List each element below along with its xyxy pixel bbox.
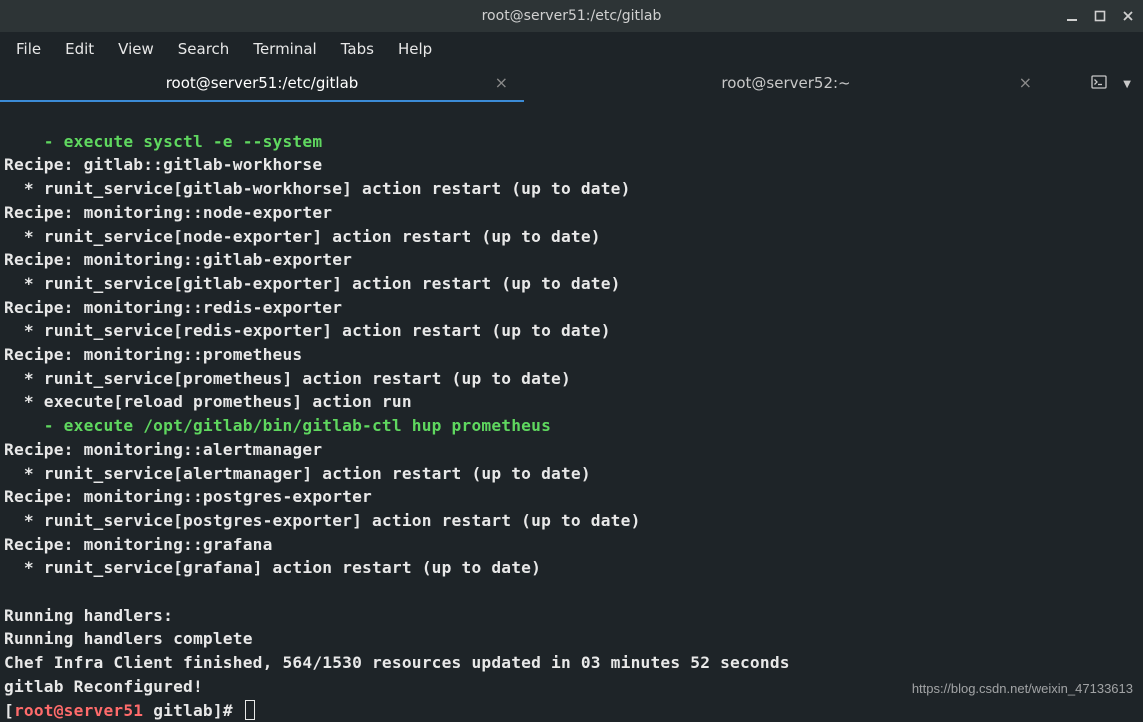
terminal-output[interactable]: - execute sysctl -e --system Recipe: git…: [0, 102, 1143, 722]
tab-server51[interactable]: root@server51:/etc/gitlab ×: [0, 66, 524, 102]
menubar: File Edit View Search Terminal Tabs Help: [0, 32, 1143, 66]
term-line: Recipe: gitlab::gitlab-workhorse: [4, 155, 322, 174]
window-title: root@server51:/etc/gitlab: [482, 8, 662, 24]
menu-help[interactable]: Help: [388, 36, 442, 62]
term-line: * runit_service[prometheus] action resta…: [4, 369, 571, 388]
tabbar: root@server51:/etc/gitlab × root@server5…: [0, 66, 1143, 102]
term-line: Running handlers:: [4, 606, 173, 625]
term-line: * runit_service[node-exporter] action re…: [4, 227, 601, 246]
menu-file[interactable]: File: [6, 36, 51, 62]
menu-search[interactable]: Search: [168, 36, 240, 62]
term-line: * runit_service[gitlab-workhorse] action…: [4, 179, 631, 198]
menu-view[interactable]: View: [108, 36, 164, 62]
term-line: - execute /opt/gitlab/bin/gitlab-ctl hup…: [4, 416, 551, 435]
tab-label: root@server51:/etc/gitlab: [166, 74, 359, 92]
term-line: Recipe: monitoring::gitlab-exporter: [4, 250, 352, 269]
close-button[interactable]: [1121, 9, 1135, 23]
prompt-dir: gitlab: [153, 701, 213, 720]
prompt-bracket: [: [4, 701, 14, 720]
term-line: - execute sysctl -e --system: [4, 132, 322, 151]
menu-tabs[interactable]: Tabs: [331, 36, 384, 62]
term-line: Chef Infra Client finished, 564/1530 res…: [4, 653, 790, 672]
term-line: Recipe: monitoring::prometheus: [4, 345, 302, 364]
terminal-icon[interactable]: [1091, 74, 1107, 94]
minimize-button[interactable]: [1065, 9, 1079, 23]
term-line: Running handlers complete: [4, 629, 253, 648]
prompt-space: [143, 701, 153, 720]
term-line: * runit_service[redis-exporter] action r…: [4, 321, 611, 340]
term-line: * runit_service[alertmanager] action res…: [4, 464, 591, 483]
term-line: Recipe: monitoring::grafana: [4, 535, 273, 554]
term-line: Recipe: monitoring::postgres-exporter: [4, 487, 372, 506]
prompt-close: ]#: [213, 701, 243, 720]
tab-close-icon[interactable]: ×: [495, 75, 508, 91]
tab-label: root@server52:~: [721, 74, 850, 92]
term-line: gitlab Reconfigured!: [4, 677, 203, 696]
term-line: * runit_service[grafana] action restart …: [4, 558, 541, 577]
tab-extras: ▼: [1048, 66, 1143, 102]
maximize-button[interactable]: [1093, 9, 1107, 23]
prompt-user: root@server51: [14, 701, 143, 720]
window-controls: [1065, 0, 1135, 32]
term-line: Recipe: monitoring::redis-exporter: [4, 298, 342, 317]
term-line: * runit_service[postgres-exporter] actio…: [4, 511, 641, 530]
tab-dropdown-icon[interactable]: ▼: [1123, 79, 1131, 90]
term-line: Recipe: monitoring::node-exporter: [4, 203, 332, 222]
term-line: Recipe: monitoring::alertmanager: [4, 440, 322, 459]
tab-close-icon[interactable]: ×: [1019, 75, 1032, 91]
titlebar: root@server51:/etc/gitlab: [0, 0, 1143, 32]
menu-terminal[interactable]: Terminal: [243, 36, 326, 62]
cursor: [245, 700, 255, 720]
tab-server52[interactable]: root@server52:~ ×: [524, 66, 1048, 102]
term-line: * execute[reload prometheus] action run: [4, 392, 412, 411]
menu-edit[interactable]: Edit: [55, 36, 104, 62]
term-line: * runit_service[gitlab-exporter] action …: [4, 274, 621, 293]
watermark: https://blog.csdn.net/weixin_47133613: [912, 681, 1133, 696]
